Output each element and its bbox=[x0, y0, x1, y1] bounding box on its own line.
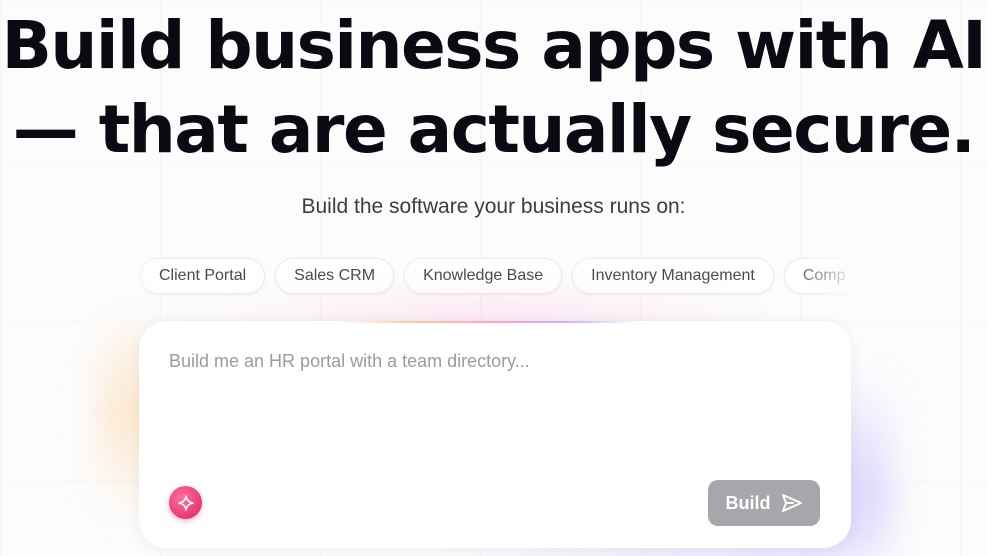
hero-headline: Build business apps with AI — that are a… bbox=[0, 4, 987, 172]
hero-headline-line-1: Build business apps with AI bbox=[1, 7, 987, 84]
build-button-label: Build bbox=[725, 492, 771, 513]
hero-headline-line-2: — that are actually secure. bbox=[12, 91, 976, 168]
hero-subtitle: Build the software your business runs on… bbox=[301, 195, 686, 218]
prompt-input[interactable] bbox=[169, 351, 819, 481]
suggestion-chip-partial[interactable]: Comp bbox=[783, 258, 858, 294]
suggestion-chips: Client Portal Sales CRM Knowledge Base I… bbox=[130, 256, 858, 296]
send-icon bbox=[781, 494, 802, 512]
build-button[interactable]: Build bbox=[708, 480, 820, 526]
prompt-card: Build bbox=[139, 321, 851, 548]
suggestion-chips-carousel[interactable]: Client Portal Sales CRM Knowledge Base I… bbox=[130, 256, 858, 296]
enhance-prompt-button[interactable] bbox=[169, 486, 202, 519]
suggestion-chip-inventory-management[interactable]: Inventory Management bbox=[572, 258, 774, 294]
sparkle-icon bbox=[177, 494, 194, 511]
suggestion-chip-sales-crm[interactable]: Sales CRM bbox=[275, 258, 395, 294]
suggestion-chip-knowledge-base[interactable]: Knowledge Base bbox=[404, 258, 563, 294]
suggestion-chip-client-portal[interactable]: Client Portal bbox=[140, 258, 266, 294]
landing-page: Build business apps with AI — that are a… bbox=[0, 0, 987, 556]
